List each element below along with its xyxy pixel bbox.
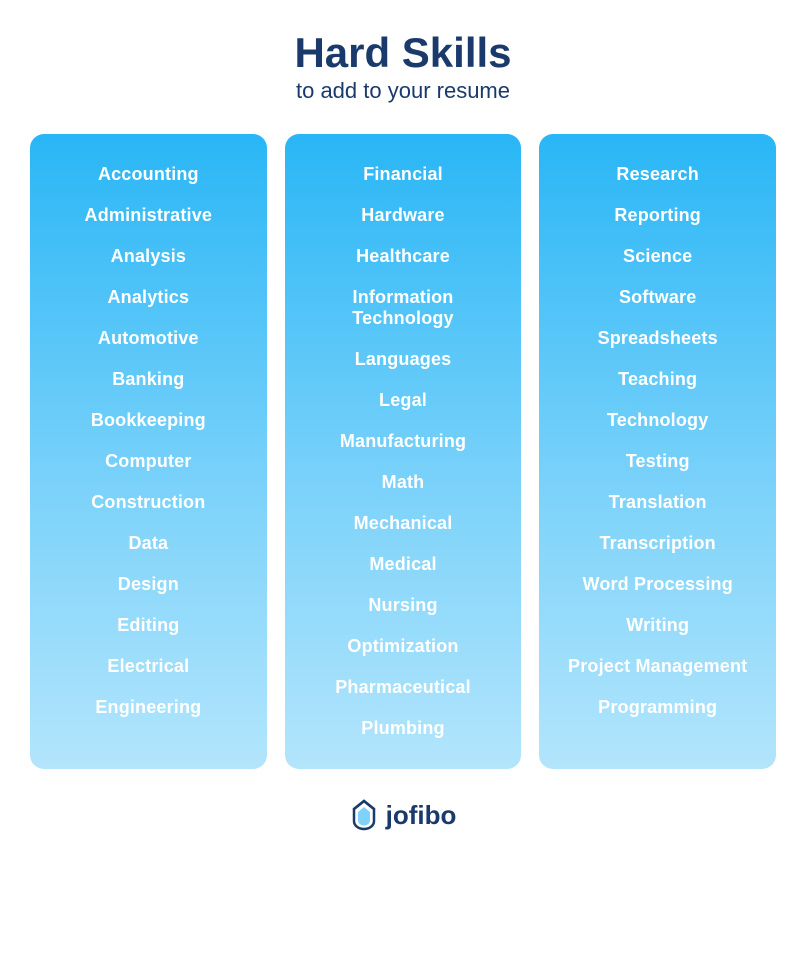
skill-item: Programming (549, 687, 766, 728)
skill-item: Testing (549, 441, 766, 482)
skill-item: Medical (295, 544, 512, 585)
skill-item: Banking (40, 359, 257, 400)
skill-item: Design (40, 564, 257, 605)
jofibo-logo-icon (350, 799, 378, 831)
page-subtitle: to add to your resume (294, 78, 511, 104)
skill-item: Software (549, 277, 766, 318)
skill-item: Electrical (40, 646, 257, 687)
page-header: Hard Skills to add to your resume (294, 20, 511, 104)
skill-item: Writing (549, 605, 766, 646)
skill-item: Analytics (40, 277, 257, 318)
skill-item: Information Technology (295, 277, 512, 339)
skill-item: Editing (40, 605, 257, 646)
skill-item: Optimization (295, 626, 512, 667)
skill-item: Transcription (549, 523, 766, 564)
skill-item: Manufacturing (295, 421, 512, 462)
skill-item: Analysis (40, 236, 257, 277)
skill-item: Teaching (549, 359, 766, 400)
skill-item: Translation (549, 482, 766, 523)
skills-column-3: ResearchReportingScienceSoftwareSpreadsh… (539, 134, 776, 769)
skill-item: Research (549, 154, 766, 195)
skill-item: Legal (295, 380, 512, 421)
skill-item: Project Management (549, 646, 766, 687)
footer-brand: jofibo (386, 800, 457, 831)
skill-item: Nursing (295, 585, 512, 626)
skill-item: Math (295, 462, 512, 503)
skill-item: Languages (295, 339, 512, 380)
skill-item: Healthcare (295, 236, 512, 277)
skills-column-1: AccountingAdministrativeAnalysisAnalytic… (30, 134, 267, 769)
skill-item: Plumbing (295, 708, 512, 749)
skill-item: Word Processing (549, 564, 766, 605)
skill-item: Accounting (40, 154, 257, 195)
skill-item: Technology (549, 400, 766, 441)
skill-item: Hardware (295, 195, 512, 236)
skills-columns: AccountingAdministrativeAnalysisAnalytic… (30, 134, 776, 769)
skill-item: Computer (40, 441, 257, 482)
skill-item: Financial (295, 154, 512, 195)
skill-item: Engineering (40, 687, 257, 728)
skill-item: Bookkeeping (40, 400, 257, 441)
skill-item: Spreadsheets (549, 318, 766, 359)
skill-item: Science (549, 236, 766, 277)
skill-item: Construction (40, 482, 257, 523)
skill-item: Pharmaceutical (295, 667, 512, 708)
skills-column-2: FinancialHardwareHealthcareInformation T… (285, 134, 522, 769)
skill-item: Data (40, 523, 257, 564)
skill-item: Reporting (549, 195, 766, 236)
skill-item: Administrative (40, 195, 257, 236)
skill-item: Mechanical (295, 503, 512, 544)
footer: jofibo (350, 799, 457, 831)
skill-item: Automotive (40, 318, 257, 359)
page-title: Hard Skills (294, 30, 511, 76)
